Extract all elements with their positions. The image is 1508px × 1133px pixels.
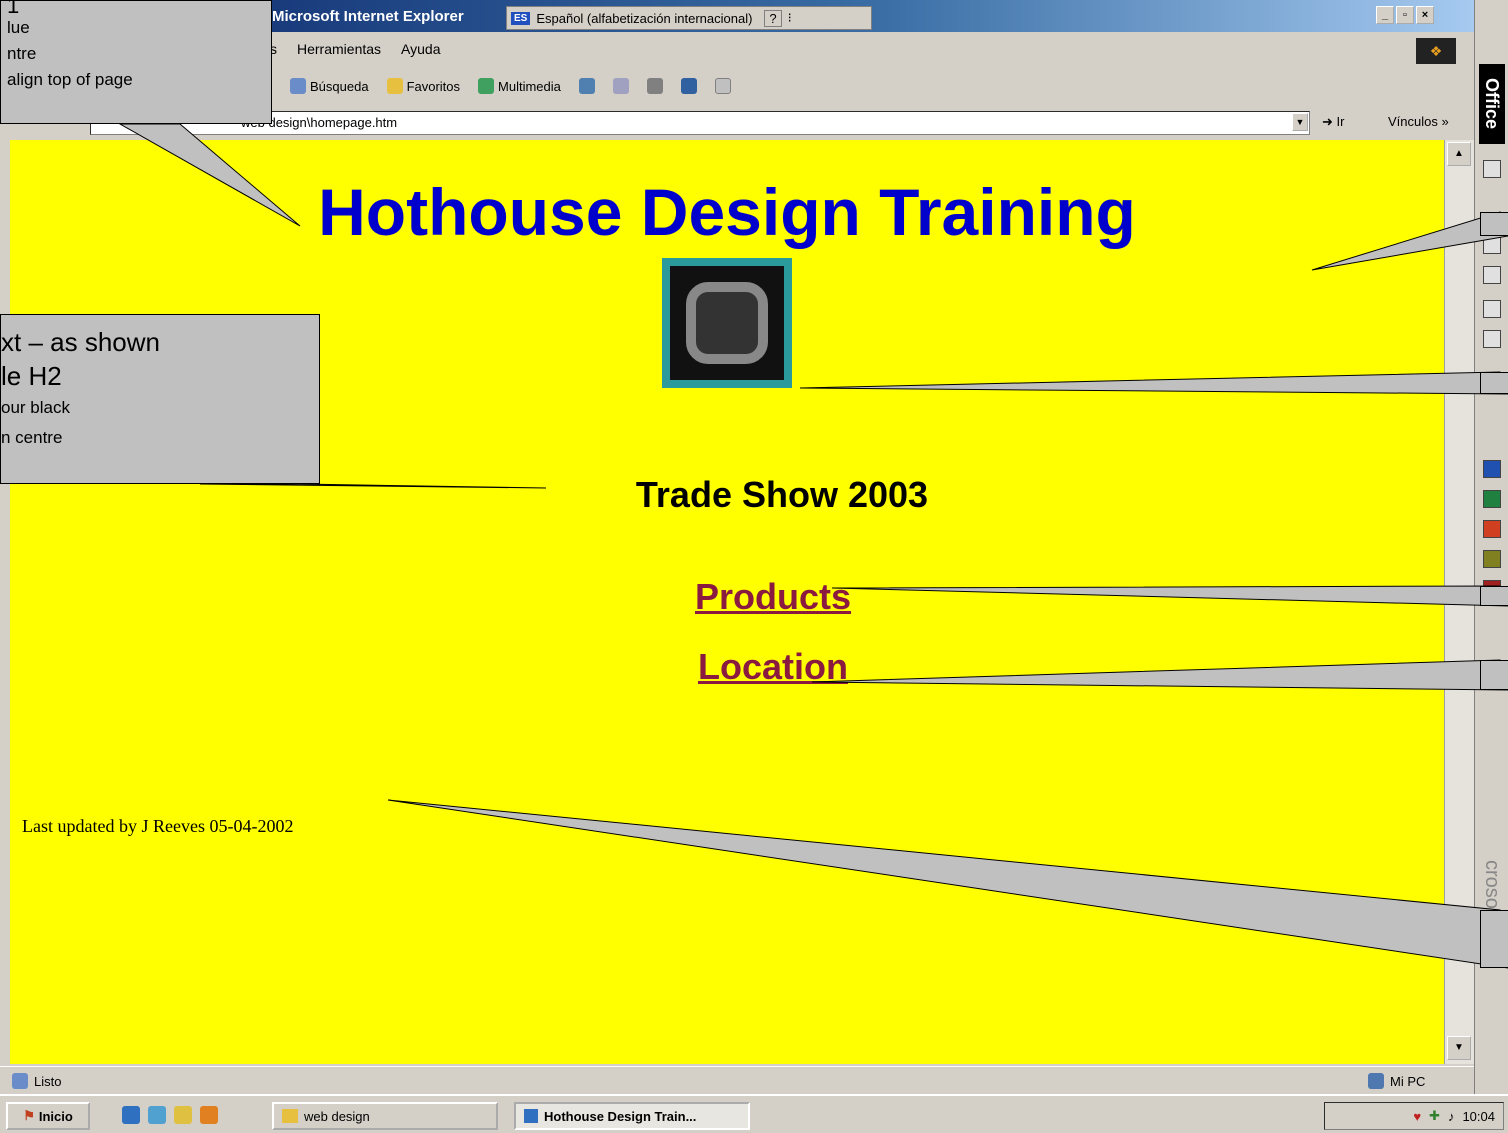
callout-h2-line3: our black: [1, 398, 70, 417]
callout-h1-line3: ntre: [7, 44, 37, 63]
callout-pointer-h1: [118, 123, 301, 227]
callout-image-box: [1480, 372, 1508, 394]
callout-footer-box: [1480, 910, 1508, 968]
callout-lines: [118, 123, 1508, 969]
callout-h1-line4: align top of page: [7, 70, 133, 89]
callout-pointer-image: [799, 371, 1508, 395]
callout-location-box: [1480, 660, 1508, 690]
callout-pointer-background: [1311, 211, 1508, 271]
callout-h1-line2: lue: [7, 18, 30, 37]
callout-pointer-location: [811, 659, 1508, 691]
callout-pointer-h2: [199, 483, 547, 489]
callout-pointer-footer: [387, 799, 1508, 969]
callout-h1-line1: 1: [7, 0, 20, 18]
callout-h2-line2: le H2: [1, 361, 62, 391]
callout-h2-line4: n centre: [1, 428, 63, 447]
callout-h1: 1 lue ntre align top of page: [0, 0, 272, 124]
callout-h2-line1: xt – as shown: [1, 327, 160, 357]
callout-background-box: [1480, 212, 1508, 236]
callout-pointer-products: [831, 585, 1508, 607]
callout-products-box: [1480, 586, 1508, 606]
callout-h2: xt – as shown le H2 our black n centre: [0, 314, 320, 484]
